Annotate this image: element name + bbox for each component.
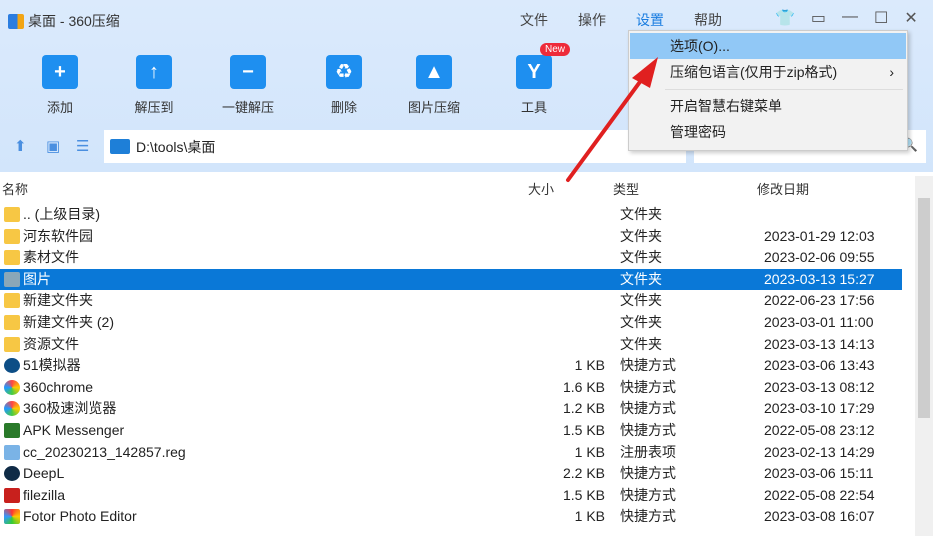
annotation-arrow	[566, 57, 658, 182]
